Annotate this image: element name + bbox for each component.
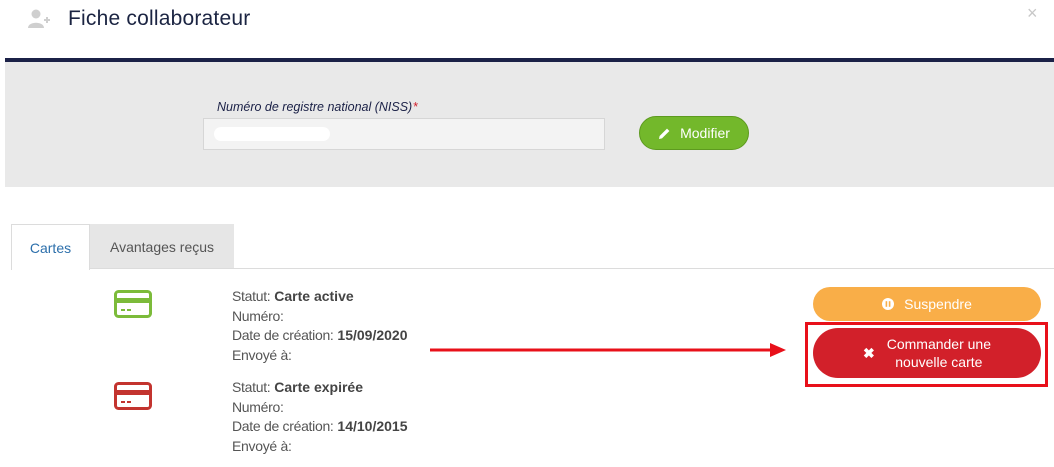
- expired-card-icon: [114, 382, 152, 410]
- niss-label-text: Numéro de registre national (NISS): [217, 100, 413, 114]
- niss-redacted-value: [214, 127, 330, 141]
- number-label: Numéro:: [232, 307, 284, 324]
- active-card-icon: [114, 290, 152, 318]
- sent-label: Envoyé à:: [232, 346, 292, 363]
- niss-panel: Numéro de registre national (NISS)* Modi…: [5, 62, 1054, 187]
- suspendre-label: Suspendre: [904, 296, 972, 312]
- status-label: Statut:: [232, 288, 271, 304]
- tab-avantages-recus[interactable]: Avantages reçus: [90, 224, 234, 269]
- date-label: Date de création:: [232, 327, 334, 343]
- status-value: Carte active: [274, 288, 354, 304]
- add-user-icon: [28, 9, 50, 28]
- pencil-icon: [659, 128, 670, 139]
- card-date-row: Date de création: 15/09/2020: [232, 326, 408, 346]
- niss-input[interactable]: [203, 118, 605, 150]
- card-number-row: Numéro:: [232, 307, 408, 327]
- page-title: Fiche collaborateur: [68, 7, 251, 30]
- modifier-label: Modifier: [680, 125, 730, 141]
- card-sent-row: Envoyé à:: [232, 346, 408, 366]
- pause-icon: [882, 298, 895, 310]
- niss-label: Numéro de registre national (NISS)*: [217, 100, 418, 114]
- number-label: Numéro:: [232, 398, 284, 415]
- date-value: 15/09/2020: [337, 327, 408, 343]
- card-status-row: Statut: Carte active: [232, 287, 408, 307]
- modal-header: Fiche collaborateur ×: [0, 0, 1054, 60]
- tab-cartes[interactable]: Cartes: [11, 224, 90, 270]
- date-label: Date de création:: [232, 418, 334, 434]
- status-label: Statut:: [232, 379, 271, 395]
- suspendre-button[interactable]: Suspendre: [813, 287, 1041, 321]
- tabs-divider: [90, 268, 1054, 269]
- date-value: 14/10/2015: [337, 418, 408, 434]
- commander-label-line1: Commander une: [886, 336, 991, 352]
- annotation-arrow: [430, 343, 786, 357]
- active-card-details: Statut: Carte active Numéro: Date de cré…: [232, 287, 408, 365]
- close-icon: ✖: [862, 344, 875, 361]
- commander-label-line2: nouvelle carte: [895, 354, 983, 370]
- expired-card-details: Statut: Carte expirée Numéro: Date de cr…: [232, 378, 408, 456]
- card-status-row: Statut: Carte expirée: [232, 378, 408, 398]
- card-date-row: Date de création: 14/10/2015: [232, 417, 408, 437]
- sent-label: Envoyé à:: [232, 437, 292, 454]
- commander-label: Commander une nouvelle carte: [887, 335, 991, 371]
- close-icon[interactable]: ×: [1027, 3, 1038, 24]
- required-mark: *: [413, 100, 419, 114]
- card-sent-row: Envoyé à:: [232, 437, 408, 457]
- modifier-button[interactable]: Modifier: [639, 116, 749, 150]
- commander-nouvelle-carte-button[interactable]: ✖ Commander une nouvelle carte: [813, 328, 1041, 378]
- card-number-row: Numéro:: [232, 398, 408, 418]
- status-value: Carte expirée: [274, 379, 363, 395]
